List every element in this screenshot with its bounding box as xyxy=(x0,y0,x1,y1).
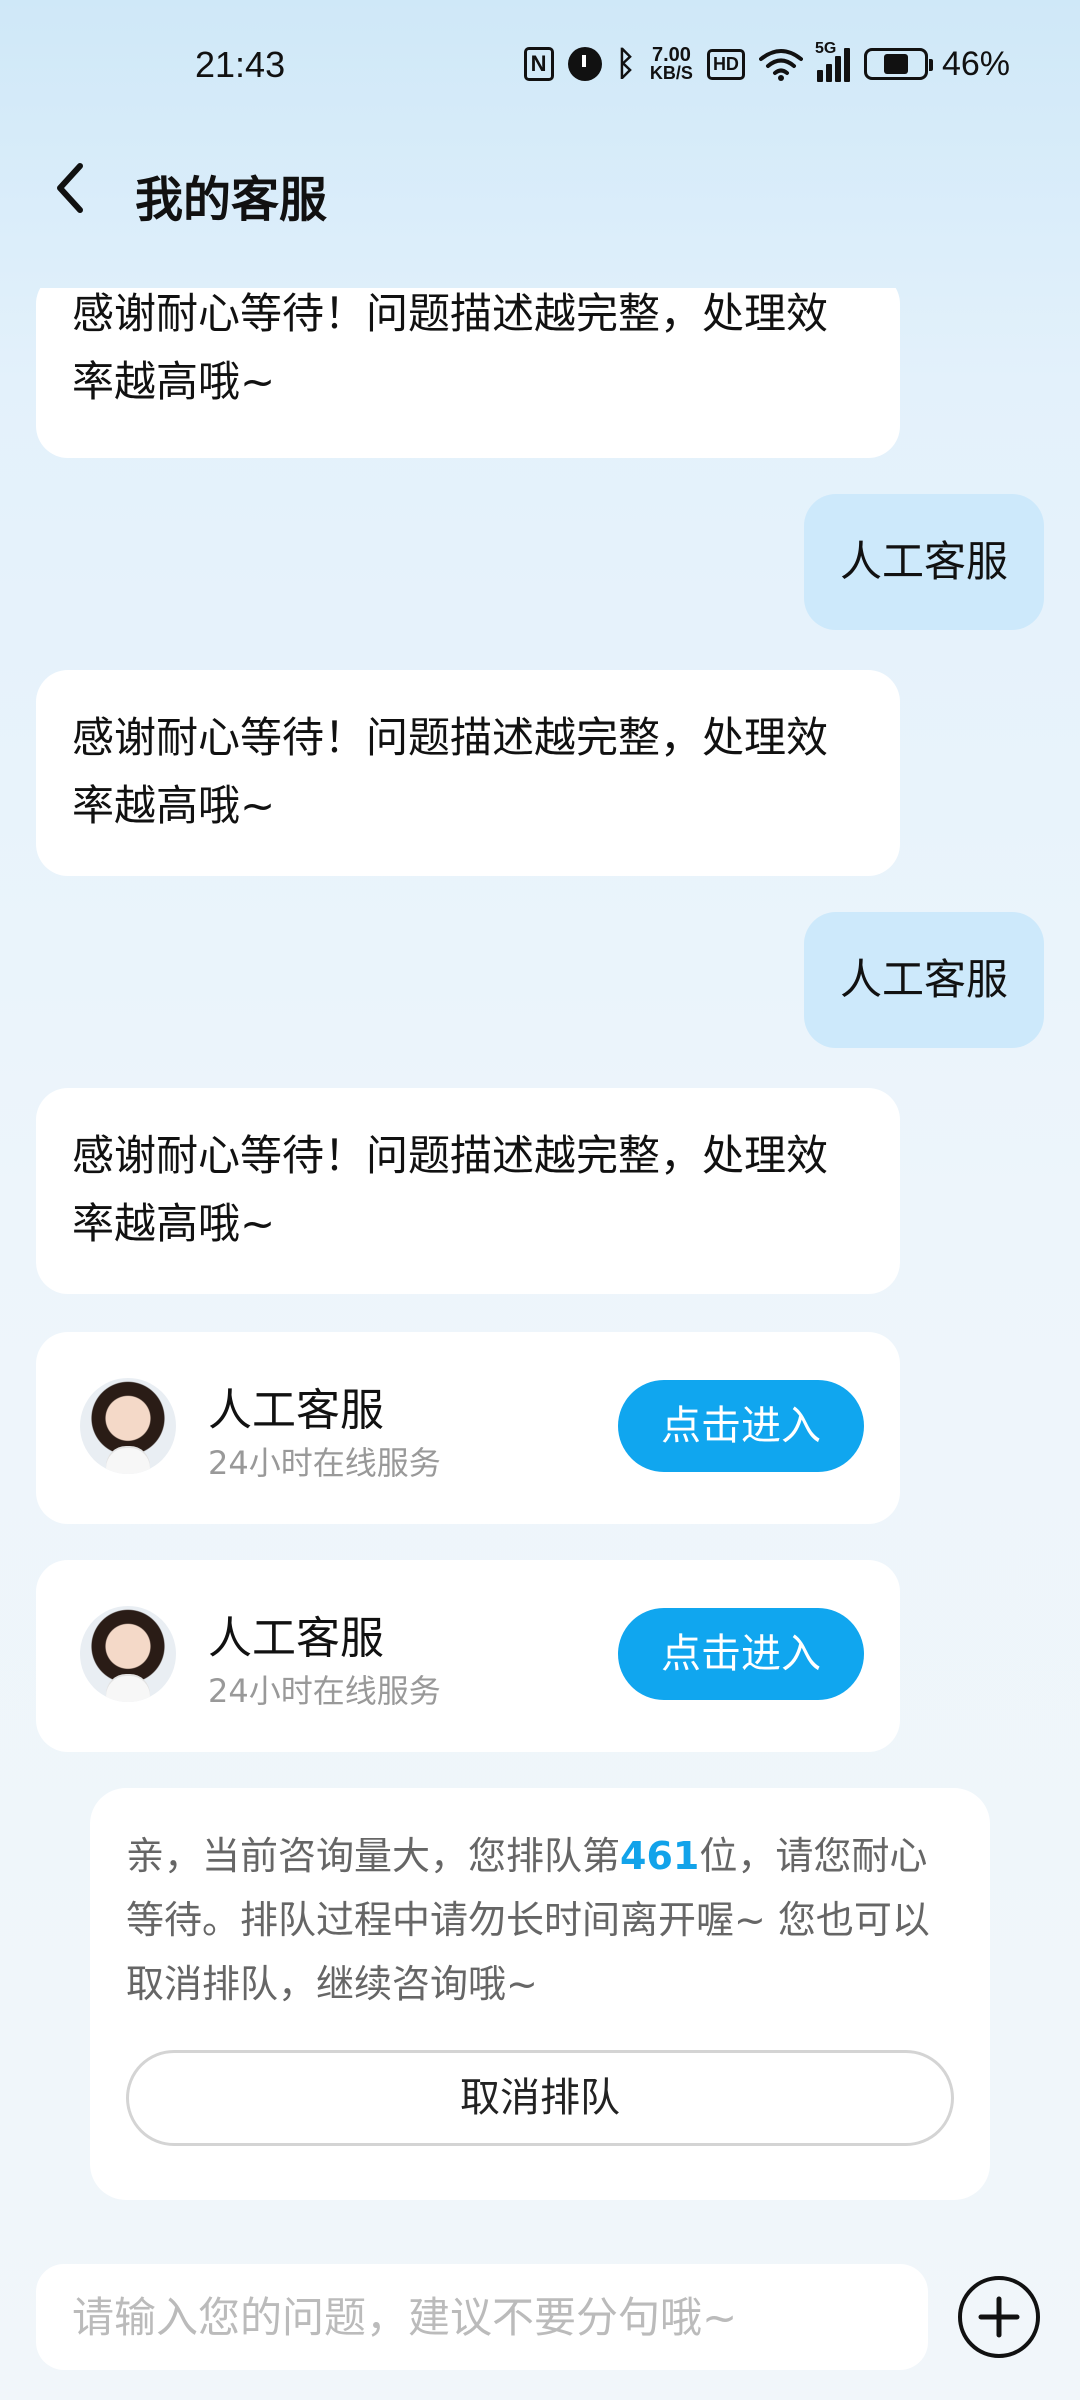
message-text: 人工客服 xyxy=(839,537,1008,586)
nfc-icon: N xyxy=(523,47,554,81)
agent-subtitle: 24小时在线服务 xyxy=(208,1672,441,1710)
battery-percent: 46% xyxy=(941,44,1010,83)
input-bar xyxy=(0,2264,1080,2384)
chevron-left-icon xyxy=(57,163,83,213)
queue-text-before: 亲，当前咨询量大，您排队第 xyxy=(126,1834,621,1878)
enter-chat-button[interactable]: 点击进入 xyxy=(618,1608,864,1700)
hd-icon: HD xyxy=(706,48,745,80)
network-speed-unit: KB/S xyxy=(649,63,693,83)
status-icons: N ᛒ 7.00 KB/S HD 5G 46% xyxy=(523,40,1010,84)
message-text: 人工客服 xyxy=(839,955,1008,1004)
network-speed-value: 7.00 xyxy=(651,44,691,66)
agent-subtitle: 24小时在线服务 xyxy=(208,1444,441,1482)
agent-message-bubble: 感谢耐心等待！问题描述越完整，处理效率越高哦~ xyxy=(36,670,900,876)
header: 我的客服 xyxy=(0,140,1080,240)
agent-card: 人工客服 24小时在线服务 点击进入 xyxy=(36,1560,900,1752)
user-message-bubble: 人工客服 xyxy=(803,494,1044,630)
bluetooth-icon: ᛒ xyxy=(615,44,636,83)
alarm-icon xyxy=(567,47,602,81)
agent-message-bubble: 感谢耐心等待！问题描述越完整，处理效率越高哦~ xyxy=(36,1088,900,1294)
avatar xyxy=(80,1606,176,1702)
cancel-queue-button[interactable]: 取消排队 xyxy=(126,2050,954,2146)
user-message-bubble: 人工客服 xyxy=(803,912,1044,1048)
battery-icon xyxy=(863,48,933,80)
status-bar: 21:43 N ᛒ 7.00 KB/S HD 5G 46% xyxy=(0,0,1080,130)
network-speed-indicator: 7.00 KB/S xyxy=(649,44,693,83)
queue-message: 亲，当前咨询量大，您排队第461位，请您耐心等待。排队过程中请勿长时间离开喔~ … xyxy=(126,1824,954,2016)
agent-name: 人工客服 xyxy=(208,1613,384,1664)
status-time: 21:43 xyxy=(195,44,286,85)
network-type-label: 5G xyxy=(814,40,837,57)
back-button[interactable] xyxy=(40,158,100,218)
message-text: 感谢耐心等待！问题描述越完整，处理效率越高哦~ xyxy=(72,1131,829,1248)
plus-icon xyxy=(978,2296,1020,2338)
queue-position: 461 xyxy=(620,1834,700,1878)
agent-name: 人工客服 xyxy=(208,1385,384,1436)
battery-fill xyxy=(883,54,908,74)
agent-message-bubble: 感谢耐心等待！问题描述越完整，处理效率越高哦~ xyxy=(36,288,900,458)
cellular-signal-icon: 5G xyxy=(815,40,850,82)
chat-messages: 感谢耐心等待！问题描述越完整，处理效率越高哦~ 人工客服 感谢耐心等待！问题描述… xyxy=(0,288,1080,2208)
avatar xyxy=(80,1378,176,1474)
agent-card: 人工客服 24小时在线服务 点击进入 xyxy=(36,1332,900,1524)
queue-card: 亲，当前咨询量大，您排队第461位，请您耐心等待。排队过程中请勿长时间离开喔~ … xyxy=(90,1788,990,2200)
message-text: 感谢耐心等待！问题描述越完整，处理效率越高哦~ xyxy=(72,289,829,406)
message-input[interactable] xyxy=(36,2264,928,2370)
wifi-icon xyxy=(758,47,803,81)
add-attachment-button[interactable] xyxy=(958,2276,1040,2358)
enter-chat-button[interactable]: 点击进入 xyxy=(618,1380,864,1472)
message-text: 感谢耐心等待！问题描述越完整，处理效率越高哦~ xyxy=(72,713,829,830)
page-title: 我的客服 xyxy=(135,172,328,228)
